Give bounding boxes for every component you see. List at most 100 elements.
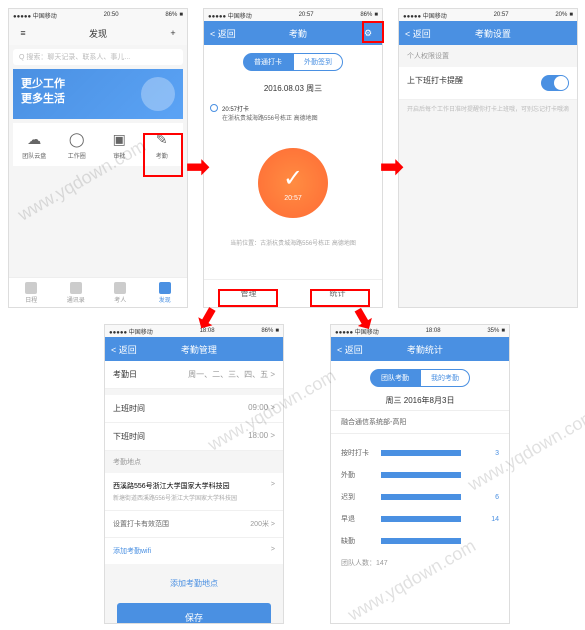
page-title: 考勤统计 <box>363 343 487 356</box>
punch-button[interactable]: ✓ 20:57 <box>258 148 328 218</box>
seg-normal[interactable]: 普通打卡 <box>243 53 293 71</box>
status-right: 86%■ <box>360 12 378 18</box>
stat-early[interactable]: 早退14 <box>331 508 509 530</box>
battery-icon: ■ <box>179 12 183 18</box>
battery: 86% <box>360 12 372 18</box>
circle-icon: ◯ <box>67 129 87 149</box>
status-right: 35%■ <box>487 328 505 334</box>
nav-bar: < 返回 考勤管理 <box>105 337 283 361</box>
add-wifi[interactable]: 添加考勤wifi> <box>105 537 283 564</box>
row-key: 下班时间 <box>113 431 145 442</box>
seg-outside[interactable]: 外勤签到 <box>293 53 343 71</box>
reminder-row[interactable]: 上下班打卡提醒 <box>399 67 577 100</box>
row-key: 上班时间 <box>113 403 145 414</box>
chevron-icon: > <box>271 481 275 491</box>
screen-manage: ●●●●● 中国移动 18:08 86%■ < 返回 考勤管理 考勤日周一、二、… <box>104 324 284 624</box>
punch-text: 20:57打卡 在浙杭贵城海路556号栋正 高德地图 <box>222 104 318 122</box>
range-row[interactable]: 设置打卡有效范围 200米 > <box>105 510 283 537</box>
back-button[interactable]: < 返回 <box>337 343 363 356</box>
section-location: 考勤地点 <box>105 451 283 473</box>
search-input[interactable]: Q 搜索：聊天记录、联系人、事儿... <box>13 49 183 65</box>
add-location[interactable]: 添加考勤地点 <box>105 570 283 597</box>
feature-approve[interactable]: ▣审批 <box>98 129 141 160</box>
stat-absent[interactable]: 缺勤 <box>331 530 509 552</box>
back-button[interactable]: < 返回 <box>405 27 431 40</box>
button-time: 20:57 <box>284 195 302 202</box>
row-end[interactable]: 下班时间 18:00 > <box>105 423 283 451</box>
body: 普通打卡 外勤签到 2016.08.03 周三 20:57打卡 在浙杭贵城海路5… <box>204 45 382 307</box>
row-val: 周一、二、三、四、五 > <box>188 369 275 380</box>
tab-label: 考人 <box>114 295 126 304</box>
spacer <box>204 247 382 279</box>
row-days[interactable]: 考勤日周一、二、三、四、五 > <box>105 361 283 389</box>
punch-loc: 在浙杭贵城海路556号栋正 高德地图 <box>222 113 318 122</box>
icon-label: 团队云盘 <box>22 154 46 160</box>
seg-team[interactable]: 团队考勤 <box>370 369 420 387</box>
status-right: 20%■ <box>555 12 573 18</box>
stat-late[interactable]: 迟到6 <box>331 486 509 508</box>
stat-ontime[interactable]: 按时打卡3 <box>331 442 509 464</box>
stat-label: 缺勤 <box>341 536 381 546</box>
row-val: 09:00 > <box>248 403 275 414</box>
banner[interactable]: 更少工作 更多生活 <box>13 69 183 119</box>
punch-record: 20:57打卡 在浙杭贵城海路556号栋正 高德地图 <box>204 98 382 128</box>
battery: 86% <box>165 12 177 18</box>
battery-icon: ■ <box>275 328 279 334</box>
carrier: ●●●●● 中国移动 <box>403 11 447 20</box>
status-right: 86%■ <box>165 12 183 18</box>
carrier: ●●●●● 中国移动 <box>13 11 57 20</box>
stat-bar <box>381 494 461 500</box>
section-title: 个人权限设置 <box>399 45 577 67</box>
range-val: 200米 > <box>250 519 275 529</box>
screen-discover: ●●●●● 中国移动 20:50 86%■ ≡ 发现 + Q 搜索：聊天记录、联… <box>8 8 188 308</box>
page-title: 发现 <box>31 27 165 40</box>
body: 个人权限设置 上下班打卡提醒 开启后每个工作日准时提醒你打卡上班哦，可别忘记打卡… <box>399 45 577 307</box>
range-label: 设置打卡有效范围 <box>113 519 169 529</box>
stat-label: 外勤 <box>341 470 381 480</box>
tab-bar: 日程 通讯录 考人 发现 <box>9 277 187 307</box>
back-button[interactable]: < 返回 <box>111 343 137 356</box>
highlight-box <box>143 133 183 177</box>
save-button[interactable]: 保存 <box>117 603 271 623</box>
dot-icon <box>210 104 218 112</box>
carrier: ●●●●● 中国移动 <box>208 11 252 20</box>
stat-val: 3 <box>495 450 499 457</box>
battery-icon: ■ <box>569 12 573 18</box>
icon-label: 审批 <box>113 154 125 160</box>
tab-discover[interactable]: 发现 <box>143 278 188 307</box>
body: Q 搜索：聊天记录、联系人、事儿... 更少工作 更多生活 ☁团队云盘 ◯ 工作圈… <box>9 45 187 277</box>
status-bar: ●●●●● 中国移动 18:08 86%■ <box>105 325 283 337</box>
highlight-manage <box>218 289 278 307</box>
check-icon: ✓ <box>283 164 303 193</box>
address-row[interactable]: 西溪路556号浙江大学国家大学科技园> 新塘街道西溪路556号浙江大学国家大学科… <box>105 473 283 510</box>
tab-people[interactable]: 考人 <box>98 278 143 307</box>
body: 考勤日周一、二、三、四、五 > 上班时间09:00 > 下班时间18:00 > … <box>105 361 283 623</box>
page-title: 考勤 <box>236 27 360 40</box>
battery: 86% <box>261 328 273 334</box>
page-title: 考勤设置 <box>431 27 555 40</box>
feature-cloud[interactable]: ☁团队云盘 <box>13 129 56 160</box>
date-nav[interactable]: 周三 2016年8月3日 <box>331 395 509 406</box>
stat-val: 14 <box>491 516 499 523</box>
tab-icon <box>25 282 37 294</box>
seg-mine[interactable]: 我的考勤 <box>420 369 470 387</box>
feature-circle[interactable]: ◯ 工作圈 <box>56 129 99 160</box>
icon-label: 工作圈 <box>68 154 86 160</box>
screen-punch: ●●●●● 中国移动 20:57 86%■ < 返回 考勤 ⚙ 普通打卡 外勤签… <box>203 8 383 308</box>
punch-time: 20:57打卡 <box>222 104 318 113</box>
stat-outside[interactable]: 外勤 <box>331 464 509 486</box>
tab-schedule[interactable]: 日程 <box>9 278 54 307</box>
carrier: ●●●●● 中国移动 <box>109 327 153 336</box>
back-button[interactable]: < 返回 <box>210 27 236 40</box>
add-icon[interactable]: + <box>165 28 181 38</box>
nav-bar: < 返回 考勤 ⚙ <box>204 21 382 45</box>
tab-contacts[interactable]: 通讯录 <box>54 278 99 307</box>
menu-icon[interactable]: ≡ <box>15 28 31 38</box>
toggle-switch[interactable] <box>541 75 569 91</box>
row-start[interactable]: 上班时间 09:00 > <box>105 395 283 423</box>
arrow-icon: ➡ <box>186 150 209 183</box>
stat-label: 迟到 <box>341 492 381 502</box>
stat-bar <box>381 472 461 478</box>
row-val: 18:00 > <box>248 431 275 442</box>
current-location: 当前位置：古浙杭贵城海路556号栋正 高德地图 <box>204 238 382 247</box>
